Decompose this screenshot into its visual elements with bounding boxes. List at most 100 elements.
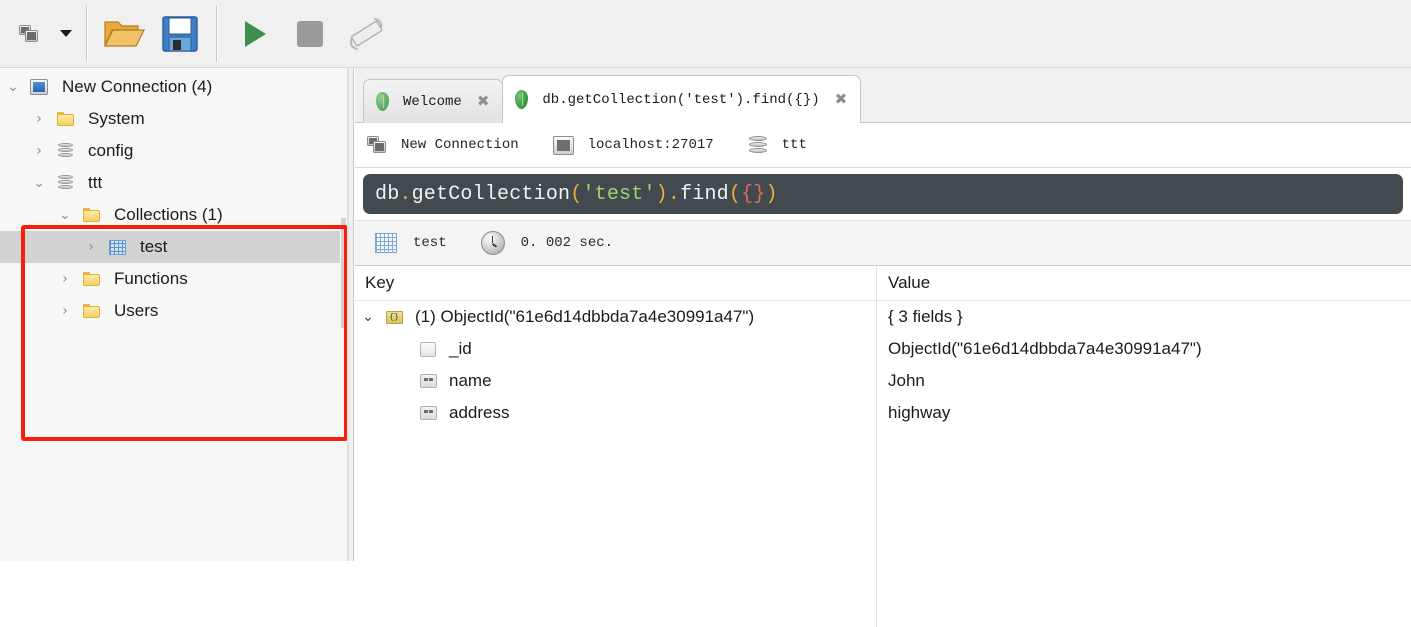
- execute-button[interactable]: [226, 6, 282, 62]
- chevron-down-icon: [60, 30, 72, 37]
- toggle-orientation-button[interactable]: [338, 6, 394, 62]
- result-time-item: 0. 002 sec.: [480, 231, 614, 255]
- toolbar-group-connect: [0, 5, 84, 63]
- close-icon[interactable]: ✖: [832, 92, 851, 107]
- expand-chevron-icon[interactable]: ›: [26, 144, 52, 158]
- save-script-button[interactable]: [152, 6, 208, 62]
- string-icon: [415, 374, 441, 388]
- connect-dropdown-button[interactable]: [52, 6, 78, 62]
- tree-item-users[interactable]: › Users: [0, 295, 347, 327]
- floppy-disk-icon: [162, 15, 198, 52]
- close-icon[interactable]: ✖: [474, 94, 493, 109]
- robo3t-window: ⌄ New Connection (4) › System › config ⌄…: [0, 0, 1411, 627]
- table-row[interactable]: _id ObjectId("61e6d14dbbda7a4e30991a47"): [355, 333, 1411, 365]
- host-label: localhost:27017: [587, 137, 714, 153]
- token-dot-2: .: [667, 182, 681, 206]
- tree-item-label: New Connection (4): [62, 77, 213, 96]
- tree-item-new-connection[interactable]: ⌄ New Connection (4): [0, 71, 347, 103]
- mongo-leaf-icon: [515, 90, 529, 109]
- token-dot-1: .: [399, 182, 412, 206]
- token-method-1: getCollection: [411, 182, 571, 206]
- column-divider[interactable]: [876, 266, 877, 627]
- token-rparen-2: ): [765, 182, 778, 206]
- folder-icon: [78, 208, 104, 222]
- row-key-cell: _id: [355, 339, 876, 359]
- result-collection-label: test: [413, 235, 447, 251]
- panel-splitter[interactable]: [348, 68, 354, 561]
- mongo-leaf-icon: [376, 92, 389, 111]
- tree-item-functions[interactable]: › Functions: [0, 263, 347, 295]
- results-toolbar: test 0. 002 sec.: [355, 220, 1411, 266]
- row-value-label: { 3 fields }: [888, 307, 963, 326]
- objectid-icon: [415, 341, 441, 357]
- open-script-button[interactable]: [96, 6, 152, 62]
- folder-open-icon: [104, 20, 145, 47]
- row-key-cell: name: [355, 371, 876, 391]
- tab-welcome[interactable]: Welcome ✖: [363, 79, 504, 123]
- connection-info-bar: New Connection localhost:27017 ttt: [355, 123, 1411, 168]
- token-db: db: [375, 182, 400, 206]
- connect-button[interactable]: [6, 6, 52, 62]
- tree-item-config[interactable]: › config: [0, 135, 347, 167]
- tab-label: db.getCollection('test').find({}): [542, 91, 820, 108]
- query-editor-container: db . getCollection ( 'test' ) . find ( {…: [355, 168, 1411, 220]
- stop-button[interactable]: [282, 6, 338, 62]
- computers-icon: [367, 136, 387, 154]
- results-header-row: Key Value: [355, 266, 1411, 301]
- sidebar-scrollbar[interactable]: [340, 68, 347, 561]
- tab-bar: Welcome ✖ db.getCollection('test').find(…: [355, 68, 1411, 124]
- computers-icon: [19, 24, 39, 43]
- database-tree: ⌄ New Connection (4) › System › config ⌄…: [0, 68, 347, 327]
- expand-chevron-icon[interactable]: ⌄: [355, 309, 381, 325]
- expand-chevron-icon[interactable]: ⌄: [52, 208, 78, 222]
- collection-icon: [104, 239, 130, 255]
- connection-name-label: New Connection: [401, 137, 519, 153]
- expand-chevron-icon[interactable]: ⌄: [0, 80, 26, 94]
- token-lparen-1: (: [570, 182, 583, 206]
- token-lbrace: {: [741, 182, 754, 206]
- connection-name-item[interactable]: New Connection: [367, 136, 519, 154]
- tree-item-label: config: [88, 141, 134, 160]
- database-icon: [52, 174, 78, 192]
- stop-icon: [297, 20, 323, 47]
- tree-item-collections[interactable]: ⌄ Collections (1): [0, 199, 347, 231]
- database-label: ttt: [781, 137, 807, 153]
- row-key-label: address: [449, 403, 510, 422]
- expand-chevron-icon[interactable]: ›: [52, 304, 78, 318]
- tree-item-label: ttt: [88, 173, 103, 192]
- database-explorer-panel: ⌄ New Connection (4) › System › config ⌄…: [0, 68, 348, 561]
- tree-item-label: System: [88, 109, 145, 128]
- token-rparen-1: ): [655, 182, 668, 206]
- row-key-label: (1) ObjectId("61e6d14dbbda7a4e30991a47"): [415, 307, 755, 326]
- monitor-icon: [26, 79, 52, 95]
- expand-chevron-icon[interactable]: ›: [78, 240, 104, 254]
- table-row[interactable]: address highway: [355, 397, 1411, 429]
- column-header-value[interactable]: Value: [876, 273, 1411, 293]
- expand-chevron-icon[interactable]: ›: [52, 272, 78, 286]
- database-icon: [748, 135, 768, 155]
- clock-icon: [480, 231, 505, 255]
- collection-icon: [375, 233, 397, 253]
- folder-icon: [78, 272, 104, 286]
- expand-chevron-icon[interactable]: ⌄: [26, 176, 52, 190]
- toolbar-group-file: [90, 5, 214, 63]
- table-row[interactable]: name John: [355, 365, 1411, 397]
- tree-item-test-collection[interactable]: › test: [0, 231, 347, 263]
- token-lparen-2: (: [728, 182, 742, 206]
- table-row[interactable]: ⌄ {} (1) ObjectId("61e6d14dbbda7a4e30991…: [355, 301, 1411, 333]
- result-elapsed-label: 0. 002 sec.: [520, 235, 614, 251]
- tree-item-label: test: [140, 237, 168, 256]
- row-value-label: ObjectId("61e6d14dbbda7a4e30991a47"): [888, 339, 1202, 358]
- result-collection-item: test: [375, 233, 447, 253]
- tree-item-system[interactable]: › System: [0, 103, 347, 135]
- token-rbrace: }: [753, 182, 766, 206]
- database-item[interactable]: ttt: [748, 135, 807, 155]
- host-item[interactable]: localhost:27017: [552, 135, 714, 155]
- tab-query[interactable]: db.getCollection('test').find({}) ✖: [502, 75, 862, 124]
- tree-item-ttt[interactable]: ⌄ ttt: [0, 167, 347, 199]
- column-header-key[interactable]: Key: [355, 273, 876, 293]
- query-input[interactable]: db . getCollection ( 'test' ) . find ( {…: [363, 174, 1403, 214]
- row-value-label: John: [888, 371, 925, 390]
- row-key-cell: address: [355, 403, 876, 423]
- expand-chevron-icon[interactable]: ›: [26, 112, 52, 126]
